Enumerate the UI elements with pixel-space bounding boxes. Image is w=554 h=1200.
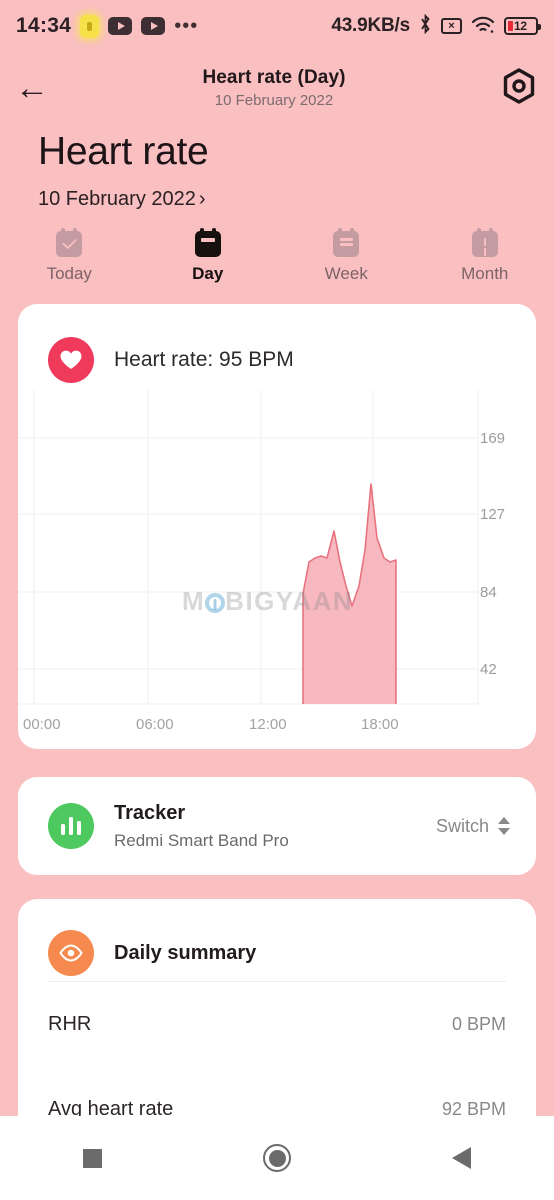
status-bar-left: 14:34 ••• [16, 14, 198, 38]
tab-month[interactable]: Month [416, 228, 554, 296]
chart-xtick-0600: 06:00 [136, 716, 174, 733]
daily-summary-title: Daily summary [114, 941, 257, 964]
chart-canvas [18, 390, 479, 705]
chevron-right-icon: › [198, 188, 206, 210]
app-bar-titles: Heart rate (Day) 10 February 2022 [64, 67, 484, 109]
chart-series-heart-rate [302, 483, 397, 704]
tracker-texts: Tracker Redmi Smart Band Pro [114, 802, 436, 851]
heart-rate-chart[interactable]: 169 127 84 42 00:00 06:00 12:00 18:00 [18, 390, 536, 749]
chart-gridlines-horizontal [18, 437, 478, 705]
more-dots-icon: ••• [174, 15, 199, 37]
chart-ytick-127: 127 [480, 506, 506, 523]
daily-summary-header: Daily summary [18, 899, 536, 981]
date-selector-label: 10 February 2022 [38, 188, 196, 210]
heart-icon [48, 337, 94, 383]
summary-row-label: RHR [48, 1013, 92, 1035]
period-tabs: Today Day Week Month [0, 228, 554, 296]
tab-week-label: Week [324, 264, 368, 283]
chart-xtick-1800: 18:00 [361, 716, 399, 733]
battery-level-text: 12 [514, 19, 527, 33]
hexagon-settings-icon [502, 67, 536, 109]
heart-rate-summary-text: Heart rate: 95 BPM [114, 348, 294, 371]
chart-gridlines-vertical [33, 390, 479, 704]
chart-ytick-169: 169 [480, 430, 506, 447]
heart-rate-card: Heart rate: 95 BPM 169 127 84 42 00:00 0… [18, 304, 536, 749]
back-button[interactable] [369, 1147, 554, 1169]
app-bar-title: Heart rate (Day) [202, 67, 346, 88]
tracker-switch-label: Switch [435, 815, 489, 836]
bar-chart-icon [48, 803, 94, 849]
app-bar: ← Heart rate (Day) 10 February 2022 [0, 58, 554, 118]
tracker-device-name: Redmi Smart Band Pro [114, 830, 289, 850]
tab-today-label: Today [46, 264, 92, 283]
home-button[interactable] [185, 1144, 370, 1172]
tab-month-label: Month [461, 264, 509, 283]
back-button[interactable]: ← [0, 58, 64, 118]
android-navigation-bar [0, 1116, 554, 1200]
chart-ytick-42: 42 [480, 661, 497, 678]
up-down-chevron-icon [498, 817, 510, 835]
tab-week[interactable]: Week [277, 228, 416, 296]
tab-day-label: Day [192, 264, 224, 283]
recents-button[interactable] [0, 1148, 185, 1168]
tracker-row: Tracker Redmi Smart Band Pro Switch [18, 777, 536, 875]
status-bar: 14:34 ••• 43.9KB/s × 12 [0, 0, 554, 52]
youtube-icon [108, 17, 133, 35]
date-selector[interactable]: 10 February 2022 › [38, 188, 206, 211]
chart-xtick-0000: 00:00 [23, 716, 61, 733]
calendar-check-icon [56, 228, 83, 257]
tab-day[interactable]: Day [139, 228, 278, 296]
summary-row-value: 0 BPM [451, 1014, 506, 1034]
summary-row-rhr[interactable]: RHR 0 BPM [18, 982, 536, 1067]
tab-today[interactable]: Today [0, 228, 139, 296]
youtube-icon [141, 17, 166, 35]
tracker-card[interactable]: Tracker Redmi Smart Band Pro Switch [18, 777, 536, 875]
chart-ytick-84: 84 [480, 584, 497, 601]
square-icon [82, 1148, 102, 1168]
page-title: Heart rate [38, 130, 209, 173]
status-bar-right: 43.9KB/s × 12 [331, 13, 541, 38]
lock-icon [80, 14, 100, 38]
calendar-week-icon [333, 228, 360, 257]
settings-button[interactable] [484, 58, 554, 118]
tracker-title: Tracker [114, 801, 186, 824]
calendar-month-icon [471, 228, 498, 257]
back-arrow-icon: ← [15, 69, 49, 107]
chart-xtick-1200: 12:00 [249, 716, 287, 733]
bluetooth-icon [419, 13, 432, 38]
calendar-day-icon [194, 228, 221, 257]
eye-icon [48, 930, 94, 976]
status-bar-clock: 14:34 [16, 14, 72, 37]
phone-screen: 14:34 ••• 43.9KB/s × 12 ← Heart rate (Da… [0, 0, 554, 1200]
wifi-icon [471, 16, 495, 37]
tracker-switch-button[interactable]: Switch [436, 816, 510, 837]
circle-icon [263, 1144, 291, 1172]
app-bar-subtitle: 10 February 2022 [214, 92, 334, 109]
network-speed-text: 43.9KB/s [331, 15, 410, 36]
heart-rate-summary-row: Heart rate: 95 BPM [18, 304, 536, 390]
battery-icon: 12 [504, 17, 541, 35]
mute-icon: × [441, 18, 462, 34]
triangle-left-icon [452, 1147, 472, 1169]
